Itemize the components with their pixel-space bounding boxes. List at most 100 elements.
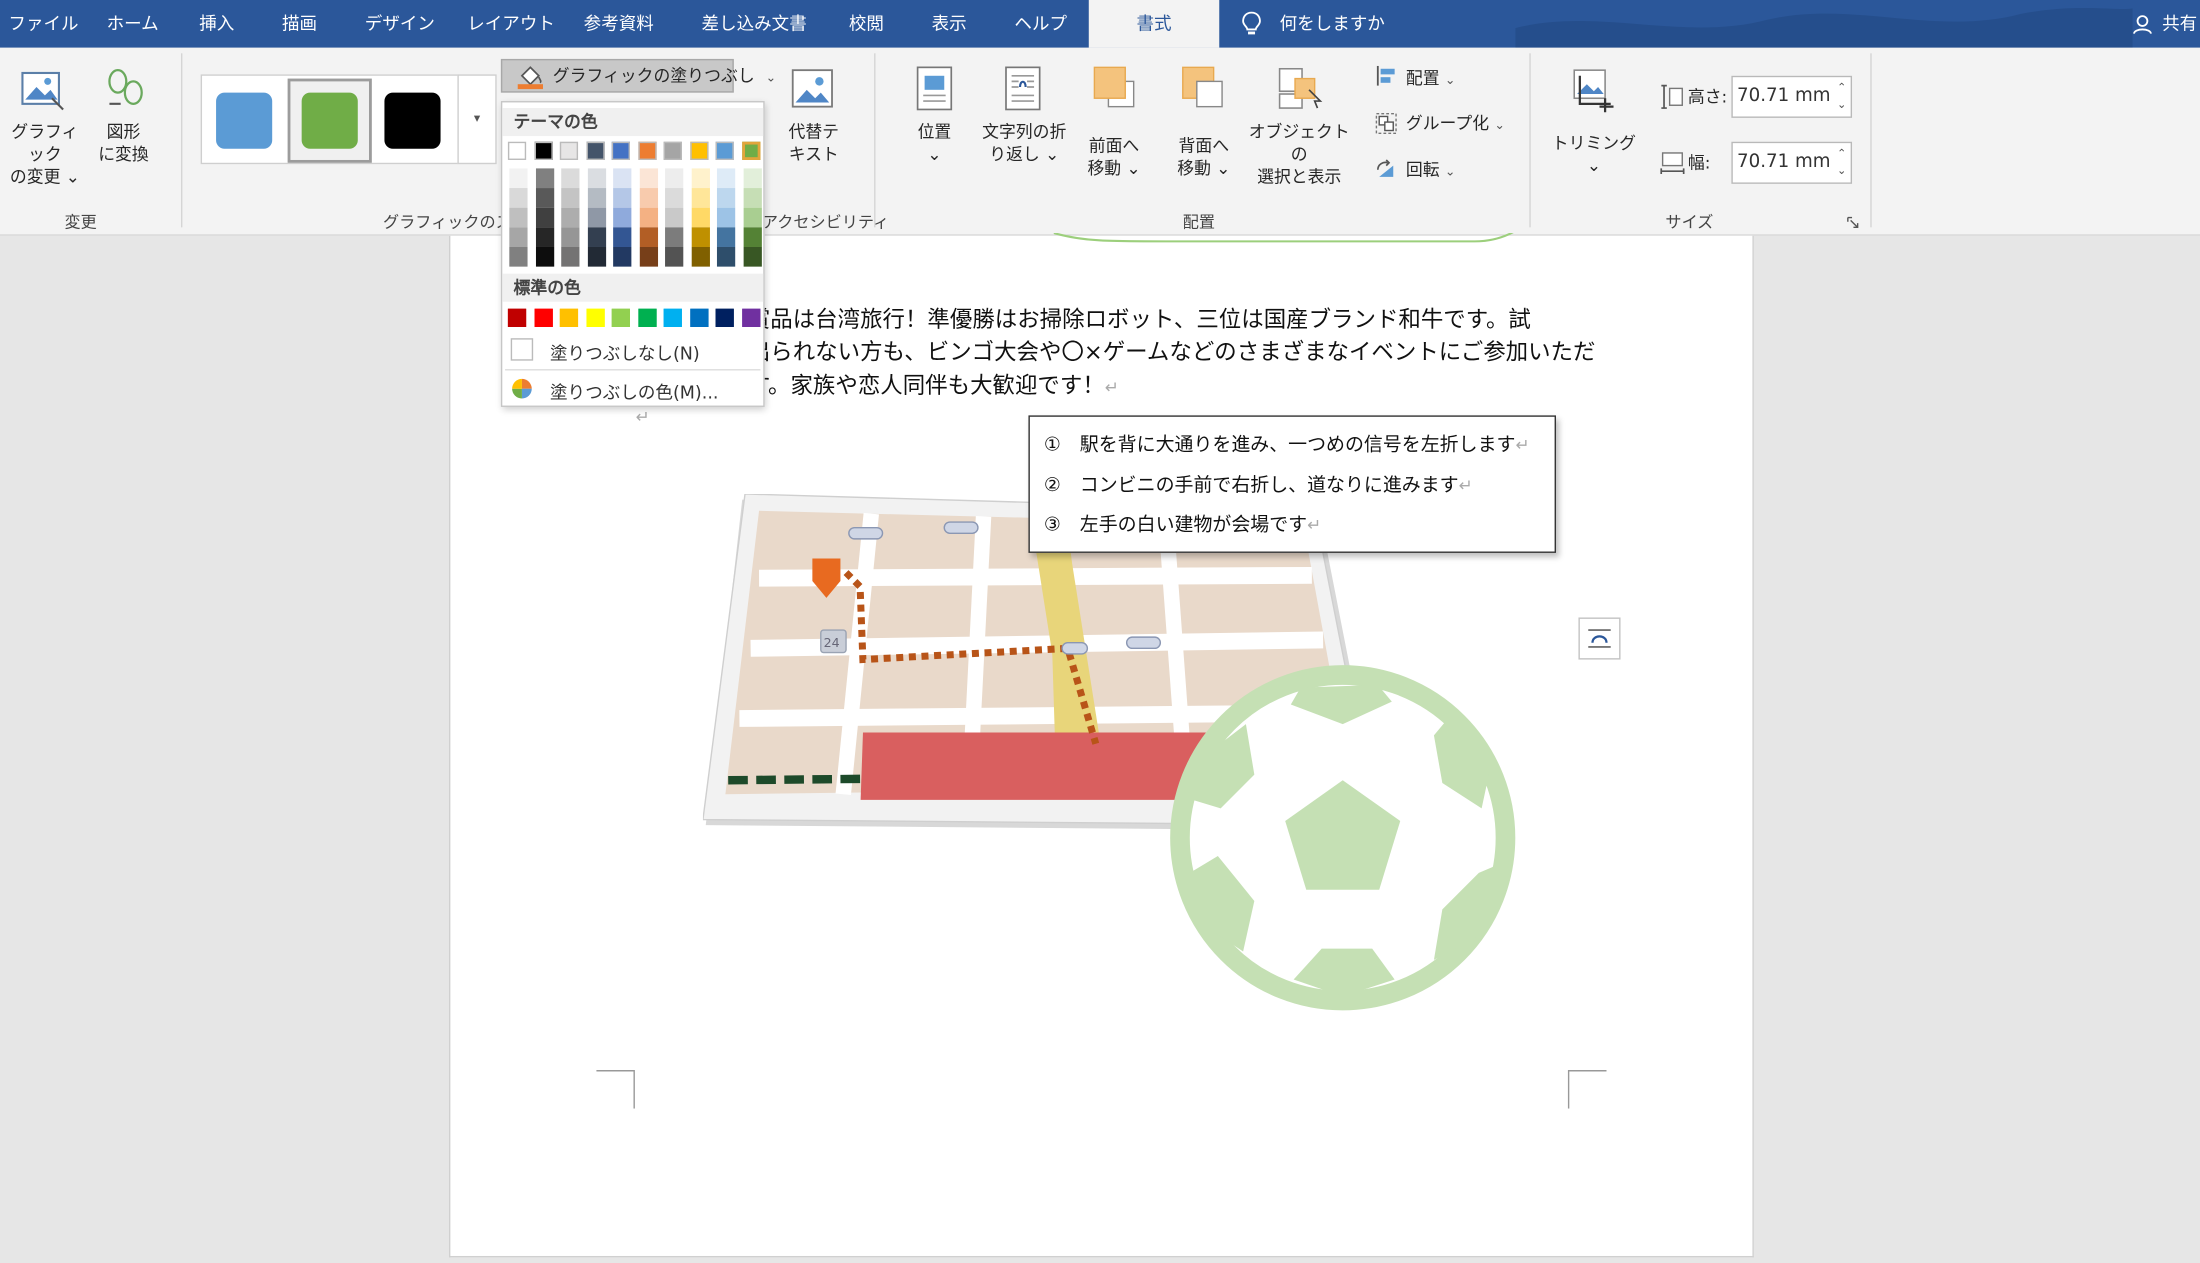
theme-color-shade-swatch[interactable] (691, 227, 710, 247)
width-input[interactable]: 70.71 mm ⌃ ⌄ (1731, 141, 1853, 184)
theme-color-shade-swatch[interactable] (561, 227, 580, 247)
theme-color-shade-swatch[interactable] (665, 207, 684, 228)
route-text-box[interactable]: ① 駅を背に大通りを進み、一つめの信号を左折します↵ ② コンビニの手前で右折し… (1028, 415, 1556, 553)
theme-color-shade-swatch[interactable] (509, 168, 528, 189)
height-input[interactable]: 70.71 mm ⌃ ⌄ (1731, 75, 1853, 118)
theme-color-shade-swatch[interactable] (535, 188, 554, 208)
theme-color-shade-swatch[interactable] (613, 246, 632, 267)
theme-color-shade-swatch[interactable] (639, 227, 658, 247)
tab-review[interactable]: 校閲 (849, 0, 884, 48)
theme-color-shade-swatch[interactable] (561, 207, 580, 228)
theme-color-shade-swatch[interactable] (691, 188, 710, 208)
theme-color-shade-swatch[interactable] (716, 246, 736, 267)
theme-color-shade-swatch[interactable] (587, 188, 606, 208)
theme-color-shade-swatch[interactable] (587, 207, 606, 228)
height-spinner[interactable]: ⌃ ⌄ (1837, 80, 1846, 114)
theme-color-shade-swatch[interactable] (587, 168, 606, 189)
align-button[interactable]: 配置 ⌄ (1406, 67, 1456, 92)
theme-color-swatch[interactable] (637, 141, 656, 160)
alt-text-button[interactable]: 代替テ キスト (774, 121, 853, 166)
style-swatch-blue[interactable] (216, 92, 273, 149)
theme-color-shade-swatch[interactable] (665, 227, 684, 247)
theme-color-shade-swatch[interactable] (613, 227, 632, 247)
theme-color-shade-swatch[interactable] (535, 246, 554, 267)
tab-format[interactable]: 書式 (1088, 0, 1220, 48)
tab-draw[interactable]: 描画 (282, 0, 317, 48)
theme-color-shade-swatch[interactable] (561, 246, 580, 267)
theme-color-shade-swatch[interactable] (742, 227, 762, 247)
tell-me-search[interactable]: 何をしますか (1280, 0, 1385, 48)
change-graphic-button[interactable]: グラフィック の変更 ⌄ (6, 121, 85, 188)
theme-color-shade-swatch[interactable] (509, 188, 528, 208)
theme-color-shade-swatch[interactable] (613, 188, 632, 208)
theme-color-swatch[interactable] (533, 141, 553, 160)
layout-options-button[interactable] (1578, 617, 1621, 660)
share-button[interactable]: 共有 (2162, 0, 2197, 48)
theme-color-shade-swatch[interactable] (561, 188, 580, 208)
gallery-more-button[interactable]: ▾ (457, 74, 497, 165)
theme-color-shade-swatch[interactable] (509, 246, 528, 267)
tab-home[interactable]: ホーム (107, 0, 159, 48)
bring-forward-button[interactable]: 前面へ 移動 ⌄ (1078, 135, 1151, 180)
no-fill-item[interactable]: 塗りつぶしなし(N) (550, 338, 700, 365)
standard-color-swatch[interactable] (741, 308, 760, 327)
theme-color-shade-swatch[interactable] (509, 207, 528, 228)
theme-color-shade-swatch[interactable] (742, 246, 762, 267)
standard-color-swatch[interactable] (507, 308, 527, 327)
theme-color-swatch[interactable] (689, 141, 708, 160)
theme-color-shade-swatch[interactable] (742, 207, 762, 228)
theme-color-shade-swatch[interactable] (613, 207, 632, 228)
position-button[interactable]: 位置 ⌄ (905, 121, 964, 166)
tab-layout[interactable]: レイアウト (467, 0, 555, 48)
theme-color-shade-swatch[interactable] (587, 227, 606, 247)
theme-color-shade-swatch[interactable] (639, 168, 658, 189)
standard-color-swatch[interactable] (559, 308, 579, 327)
rotate-button[interactable]: 回転 ⌄ (1406, 159, 1456, 184)
theme-color-shade-swatch[interactable] (716, 207, 736, 228)
selection-pane-button[interactable]: オブジェクトの 選択と表示 (1246, 121, 1353, 188)
theme-color-shade-swatch[interactable] (665, 168, 684, 189)
style-swatch-black[interactable] (384, 92, 441, 149)
style-swatch-green[interactable] (301, 92, 358, 149)
tab-file[interactable]: ファイル (8, 0, 78, 48)
tab-help[interactable]: ヘルプ (1014, 0, 1067, 48)
theme-color-shade-swatch[interactable] (716, 227, 736, 247)
theme-color-shade-swatch[interactable] (742, 168, 762, 189)
graphic-fill-button[interactable]: グラフィックの塗りつぶし ⌄ (500, 58, 776, 93)
send-backward-button[interactable]: 背面へ 移動 ⌄ (1167, 135, 1240, 180)
soccer-ball-graphic[interactable] (1167, 662, 1518, 1013)
standard-color-swatch[interactable] (637, 308, 656, 327)
tab-mailings[interactable]: 差し込み文書 (702, 0, 807, 48)
theme-color-shade-swatch[interactable] (509, 227, 528, 247)
theme-color-shade-swatch[interactable] (535, 227, 554, 247)
theme-color-shade-swatch[interactable] (535, 168, 554, 189)
standard-color-swatch[interactable] (715, 308, 734, 327)
standard-color-swatch[interactable] (611, 308, 630, 327)
theme-color-swatch[interactable] (611, 141, 630, 160)
theme-color-shade-swatch[interactable] (665, 188, 684, 208)
dialog-launcher-icon[interactable] (1846, 216, 1859, 229)
width-spinner[interactable]: ⌃ ⌄ (1837, 146, 1846, 180)
convert-to-shape-button[interactable]: 図形 に変換 (90, 121, 157, 166)
theme-color-swatch[interactable] (663, 141, 682, 160)
standard-color-swatch[interactable] (533, 308, 553, 327)
theme-color-swatch[interactable] (507, 141, 527, 160)
theme-color-swatch[interactable] (559, 141, 579, 160)
theme-color-shade-swatch[interactable] (691, 246, 710, 267)
theme-color-shade-swatch[interactable] (535, 207, 554, 228)
theme-color-shade-swatch[interactable] (613, 168, 632, 189)
theme-color-shade-swatch[interactable] (561, 168, 580, 189)
theme-color-swatch[interactable] (585, 141, 605, 160)
wrap-text-button[interactable]: 文字列の折 り返し ⌄ (974, 121, 1075, 166)
theme-color-shade-swatch[interactable] (639, 246, 658, 267)
theme-color-shade-swatch[interactable] (716, 168, 736, 189)
theme-color-shade-swatch[interactable] (587, 246, 606, 267)
theme-color-swatch[interactable] (715, 141, 734, 160)
tab-view[interactable]: 表示 (932, 0, 967, 48)
theme-color-shade-swatch[interactable] (639, 207, 658, 228)
more-fill-colors-item[interactable]: 塗りつぶしの色(M)... (550, 377, 718, 404)
crop-button[interactable]: トリミング ⌄ (1552, 132, 1636, 177)
standard-color-swatch[interactable] (689, 308, 708, 327)
tab-design[interactable]: デザイン (365, 0, 435, 48)
theme-color-shade-swatch[interactable] (742, 188, 762, 208)
